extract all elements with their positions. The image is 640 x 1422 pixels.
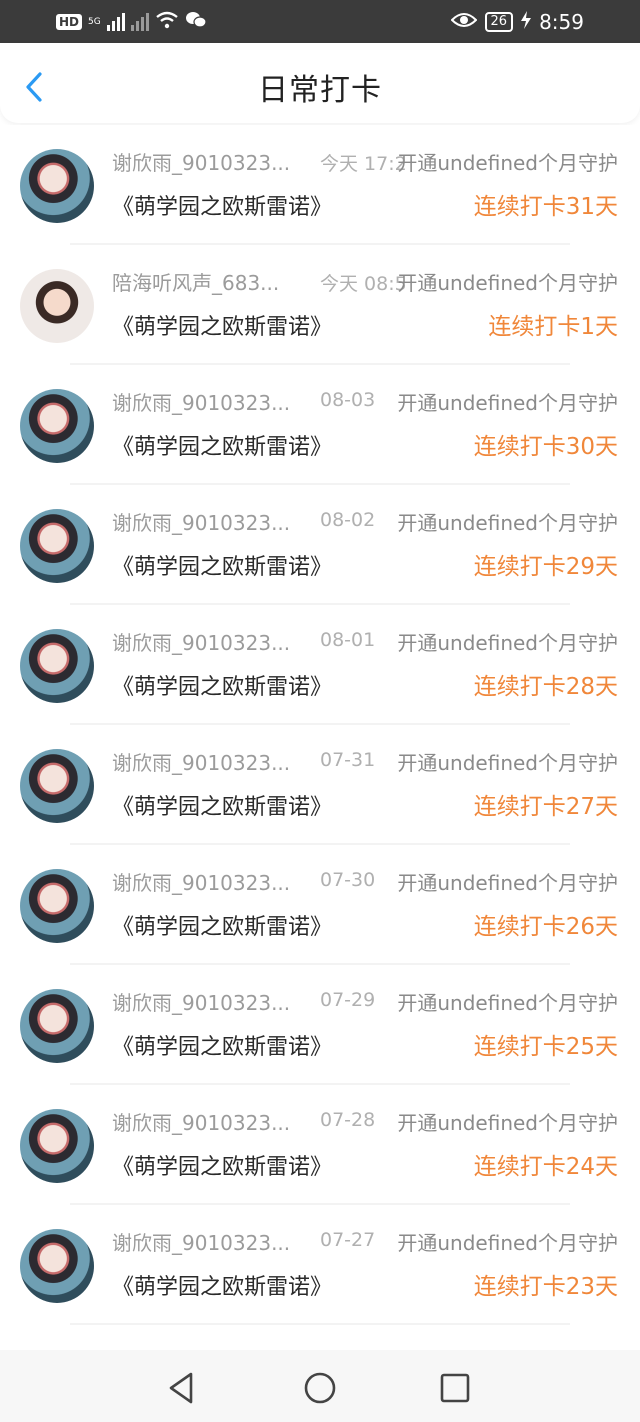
back-triangle-icon xyxy=(169,1372,193,1404)
status-bar-left: HD 5G xyxy=(56,10,207,34)
guard-text: 开通undefined个月守护 xyxy=(397,1231,618,1255)
status-bar: HD 5G 26 8:59 xyxy=(0,0,640,43)
user-name: 谢欣雨_9010323... xyxy=(112,751,291,775)
user-name: 谢欣雨_9010323... xyxy=(112,391,291,415)
streak-badge: 连续打卡25天 xyxy=(473,1034,618,1060)
user-name: 谢欣雨_9010323... xyxy=(112,511,291,535)
streak-badge: 连续打卡26天 xyxy=(473,914,618,940)
checkin-time: 07-29 xyxy=(320,989,376,1011)
book-title: 《萌学园之欧斯雷诺》 xyxy=(112,1155,333,1180)
avatar[interactable] xyxy=(20,629,94,703)
list-item[interactable]: 谢欣雨_9010323... 07-28 开通undefined个月守护《萌学园之欧… xyxy=(0,1085,640,1205)
nav-back-button[interactable] xyxy=(163,1368,203,1408)
signal-icon xyxy=(106,13,125,31)
streak-badge: 连续打卡31天 xyxy=(473,194,618,220)
streak-badge: 连续打卡27天 xyxy=(473,794,618,820)
checkin-time: 07-30 xyxy=(320,869,376,891)
book-title: 《萌学园之欧斯雷诺》 xyxy=(112,315,333,340)
avatar[interactable] xyxy=(20,1229,94,1303)
streak-badge: 连续打卡24天 xyxy=(473,1154,618,1180)
book-title: 《萌学园之欧斯雷诺》 xyxy=(112,1035,333,1060)
checkin-time: 07-27 xyxy=(320,1229,376,1251)
avatar[interactable] xyxy=(20,749,94,823)
list-item[interactable]: 谢欣雨_9010323... 08-02 开通undefined个月守护《萌学园之欧… xyxy=(0,485,640,605)
streak-badge: 连续打卡23天 xyxy=(473,1274,618,1300)
streak-badge: 连续打卡1天 xyxy=(488,314,618,340)
header: 日常打卡 xyxy=(0,43,640,123)
user-name: 谢欣雨_9010323... xyxy=(112,991,291,1015)
streak-badge: 连续打卡30天 xyxy=(473,434,618,460)
avatar[interactable] xyxy=(20,149,94,223)
avatar[interactable] xyxy=(20,509,94,583)
nav-recents-button[interactable] xyxy=(435,1368,475,1408)
divider xyxy=(70,1323,570,1325)
guard-text: 开通undefined个月守护 xyxy=(397,631,618,655)
list-item[interactable]: 谢欣雨_9010323... 07-30 开通undefined个月守护《萌学园之欧… xyxy=(0,845,640,965)
list-item[interactable]: 谢欣雨_9010323... 今天 17:2 开通undefined个月守护《萌学园… xyxy=(0,125,640,245)
user-name: 谢欣雨_9010323... xyxy=(112,631,291,655)
system-nav-bar xyxy=(0,1350,640,1422)
checkin-time: 07-31 xyxy=(320,749,376,771)
list-item[interactable]: 谢欣雨_9010323... 07-31 开通undefined个月守护《萌学园之欧… xyxy=(0,725,640,845)
avatar[interactable] xyxy=(20,869,94,943)
status-bar-right: 26 8:59 xyxy=(450,10,584,34)
checkin-time: 今天 17:2 xyxy=(320,153,407,175)
avatar[interactable] xyxy=(20,1109,94,1183)
checkin-time: 07-28 xyxy=(320,1109,376,1131)
guard-text: 开通undefined个月守护 xyxy=(397,151,618,175)
guard-text: 开通undefined个月守护 xyxy=(397,391,618,415)
list-item[interactable]: 谢欣雨_9010323... 08-03 开通undefined个月守护《萌学园之欧… xyxy=(0,365,640,485)
signal-icon xyxy=(130,13,149,31)
battery-icon: 26 xyxy=(484,12,514,32)
checkin-time: 08-01 xyxy=(320,629,376,651)
user-name: 谢欣雨_9010323... xyxy=(112,151,291,175)
network-type: 5G xyxy=(88,16,101,27)
guard-text: 开通undefined个月守护 xyxy=(397,511,618,535)
book-title: 《萌学园之欧斯雷诺》 xyxy=(112,675,333,700)
page-title: 日常打卡 xyxy=(258,73,382,108)
guard-text: 开通undefined个月守护 xyxy=(397,1111,618,1135)
status-time: 8:59 xyxy=(539,10,584,34)
avatar[interactable] xyxy=(20,989,94,1063)
user-name: 谢欣雨_9010323... xyxy=(112,1231,291,1255)
list-item[interactable]: 谢欣雨_9010323... 07-29 开通undefined个月守护《萌学园之欧… xyxy=(0,965,640,1085)
list-item[interactable]: 陪海听风声_683... 今天 08:5 开通undefined个月守护《萌学园之欧… xyxy=(0,245,640,365)
book-title: 《萌学园之欧斯雷诺》 xyxy=(112,1275,333,1300)
hd-icon: HD xyxy=(56,14,83,30)
guard-text: 开通undefined个月守护 xyxy=(397,871,618,895)
list-item[interactable]: 谢欣雨_9010323... 08-01 开通undefined个月守护《萌学园之欧… xyxy=(0,605,640,725)
user-name: 陪海听风声_683... xyxy=(112,271,280,295)
checkin-time: 08-02 xyxy=(320,509,376,531)
list-item[interactable]: 谢欣雨_9010323... 07-27 开通undefined个月守护《萌学园之欧… xyxy=(0,1205,640,1325)
user-name: 谢欣雨_9010323... xyxy=(112,1111,291,1135)
wifi-icon xyxy=(155,11,179,33)
streak-badge: 连续打卡29天 xyxy=(473,554,618,580)
checkin-list[interactable]: 谢欣雨_9010323... 今天 17:2 开通undefined个月守护 《萌学园… xyxy=(0,125,640,1350)
guard-text: 开通undefined个月守护 xyxy=(397,751,618,775)
charging-icon xyxy=(521,10,532,34)
wechat-icon xyxy=(185,11,207,33)
avatar[interactable] xyxy=(20,269,94,343)
checkin-time: 今天 08:5 xyxy=(320,273,407,295)
guard-text: 开通undefined个月守护 xyxy=(397,271,618,295)
user-name: 谢欣雨_9010323... xyxy=(112,871,291,895)
book-title: 《萌学园之欧斯雷诺》 xyxy=(112,195,333,220)
eye-icon xyxy=(450,10,477,34)
nav-home-button[interactable] xyxy=(300,1368,340,1408)
book-title: 《萌学园之欧斯雷诺》 xyxy=(112,915,333,940)
guard-text: 开通undefined个月守护 xyxy=(397,991,618,1015)
avatar[interactable] xyxy=(20,389,94,463)
book-title: 《萌学园之欧斯雷诺》 xyxy=(112,555,333,580)
book-title: 《萌学园之欧斯雷诺》 xyxy=(112,795,333,820)
streak-badge: 连续打卡28天 xyxy=(473,674,618,700)
recents-square-icon xyxy=(440,1373,470,1403)
checkin-time: 08-03 xyxy=(320,389,376,411)
home-circle-icon xyxy=(304,1372,336,1404)
book-title: 《萌学园之欧斯雷诺》 xyxy=(112,435,333,460)
